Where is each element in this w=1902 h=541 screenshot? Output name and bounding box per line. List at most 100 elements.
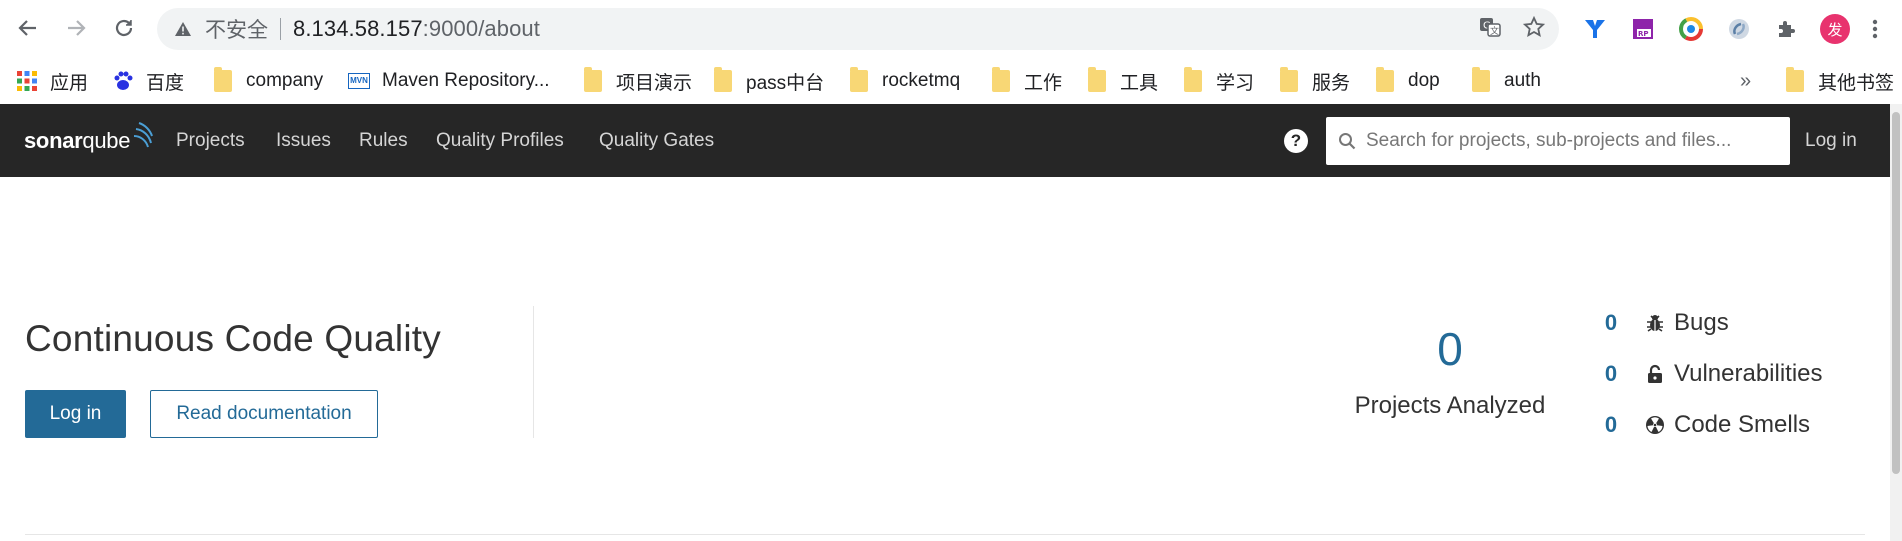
- rp-extension-icon[interactable]: RP: [1628, 14, 1658, 44]
- metric-bugs: 0 Bugs: [1600, 305, 1729, 341]
- sonarqube-logo[interactable]: sonar qube: [24, 104, 154, 177]
- metric-label: Code Smells: [1674, 411, 1811, 438]
- puzzle-extensions-icon[interactable]: [1772, 14, 1802, 44]
- kebab-menu-icon[interactable]: [1868, 14, 1882, 44]
- projects-analyzed-count[interactable]: 0: [1400, 322, 1500, 376]
- bookmark-label: pass中台: [746, 72, 825, 94]
- folder-icon: [848, 67, 870, 92]
- bookmark-other[interactable]: 其他书签: [1784, 58, 1894, 104]
- bookmark-maven[interactable]: MVN Maven Repository...: [348, 58, 550, 104]
- logo-text-bold: sonar: [24, 127, 83, 153]
- back-arrow-icon[interactable]: [10, 10, 46, 46]
- sync-extension-icon[interactable]: [1724, 14, 1754, 44]
- search-input[interactable]: [1366, 130, 1786, 152]
- nav-issues[interactable]: Issues: [276, 104, 331, 177]
- page-scrollbar[interactable]: [1890, 104, 1902, 541]
- nav-rules[interactable]: Rules: [359, 104, 408, 177]
- folder-icon: [1470, 67, 1492, 92]
- bookmark-tools[interactable]: 工具: [1086, 58, 1158, 104]
- folder-icon: [712, 67, 734, 92]
- folder-icon: [1278, 67, 1300, 92]
- address-bar[interactable]: 不安全 8.134.58.157:9000/about G文: [157, 8, 1559, 50]
- bug-icon: [1644, 312, 1666, 334]
- radiation-icon: [1644, 414, 1666, 436]
- bookmark-pass[interactable]: pass中台: [712, 58, 824, 104]
- help-icon[interactable]: ?: [1284, 129, 1308, 153]
- bookmark-label: company: [246, 70, 324, 91]
- section-divider: [25, 534, 1865, 535]
- filter-extension-icon[interactable]: [1580, 14, 1610, 44]
- svg-text:文: 文: [1490, 25, 1499, 37]
- translate-icon[interactable]: G文: [1479, 16, 1501, 43]
- bookmark-apps[interactable]: 应用: [16, 58, 88, 104]
- insecure-label[interactable]: 不安全: [205, 14, 268, 44]
- nav-projects[interactable]: Projects: [176, 104, 245, 177]
- folder-icon: [1086, 67, 1108, 92]
- baidu-paw-icon: [112, 70, 134, 92]
- bookmark-label: 学习: [1216, 72, 1255, 94]
- bookmark-label: Maven Repository...: [382, 70, 550, 91]
- folder-icon: [1374, 67, 1396, 92]
- apps-grid-icon: [16, 70, 38, 92]
- omnibox-separator: [280, 18, 281, 40]
- sonarqube-navbar: sonar qube Projects Issues Rules Quality …: [0, 104, 1890, 177]
- url-text[interactable]: 8.134.58.157:9000/about: [293, 16, 540, 42]
- page-title: Continuous Code Quality: [25, 318, 441, 359]
- svg-text:RP: RP: [1638, 30, 1649, 38]
- nav-quality-gates[interactable]: Quality Gates: [599, 104, 714, 177]
- nav-quality-profiles[interactable]: Quality Profiles: [436, 104, 564, 177]
- bookmark-rocketmq[interactable]: rocketmq: [848, 58, 960, 104]
- scrollbar-thumb[interactable]: [1892, 112, 1900, 474]
- metric-value[interactable]: 0: [1600, 361, 1622, 387]
- metric-code-smells: 0 Code Smells: [1600, 407, 1810, 443]
- login-button[interactable]: Log in: [25, 390, 126, 438]
- metric-value[interactable]: 0: [1600, 310, 1622, 336]
- bookmarks-bar: 应用 百度 company MVN Maven Repository... 项目…: [0, 58, 1902, 104]
- logo-text-light: qube: [82, 127, 131, 153]
- bookmark-study[interactable]: 学习: [1182, 58, 1254, 104]
- projects-analyzed-label: Projects Analyzed: [1354, 392, 1546, 419]
- bookmark-label: rocketmq: [882, 70, 961, 91]
- warning-triangle-icon[interactable]: [173, 19, 193, 39]
- metric-value[interactable]: 0: [1600, 412, 1622, 438]
- bookmark-label: dop: [1408, 70, 1440, 91]
- reload-icon[interactable]: [106, 10, 142, 46]
- metric-vulnerabilities: 0 Vulnerabilities: [1600, 356, 1823, 392]
- folder-icon: [1182, 67, 1204, 92]
- avatar-letter: 发: [1820, 14, 1850, 44]
- bookmark-company[interactable]: company: [212, 58, 323, 104]
- folder-icon: [1784, 67, 1806, 92]
- bookmarks-overflow-chevron[interactable]: »: [1740, 58, 1751, 104]
- vertical-divider: [533, 306, 534, 438]
- extensions-bar: RP 发: [1580, 12, 1882, 46]
- folder-icon: [582, 67, 604, 92]
- bookmark-project-demo[interactable]: 项目演示: [582, 58, 692, 104]
- bookmark-star-icon[interactable]: [1522, 15, 1546, 43]
- bookmark-services[interactable]: 服务: [1278, 58, 1350, 104]
- url-host: 8.134.58.157: [293, 16, 423, 41]
- url-path: :9000/about: [422, 16, 540, 41]
- folder-icon: [990, 67, 1012, 92]
- profile-avatar[interactable]: 发: [1820, 14, 1850, 44]
- forward-arrow-icon[interactable]: [58, 10, 94, 46]
- bookmark-work[interactable]: 工作: [990, 58, 1062, 104]
- bookmark-dop[interactable]: dop: [1374, 58, 1440, 104]
- metric-label: Vulnerabilities: [1674, 360, 1823, 387]
- bookmark-label: 应用: [50, 72, 89, 94]
- global-search-box[interactable]: [1326, 117, 1790, 165]
- bookmark-label: 工作: [1024, 72, 1063, 94]
- bookmark-label: 项目演示: [616, 72, 693, 94]
- lock-open-icon: [1644, 363, 1666, 385]
- bookmark-auth[interactable]: auth: [1470, 58, 1541, 104]
- chrome-color-extension-icon[interactable]: [1676, 14, 1706, 44]
- bookmark-label: 工具: [1120, 72, 1159, 94]
- browser-toolbar: 不安全 8.134.58.157:9000/about G文 RP 发: [0, 0, 1902, 58]
- nav-login-link[interactable]: Log in: [1805, 104, 1857, 177]
- read-documentation-button[interactable]: Read documentation: [150, 390, 378, 438]
- folder-icon: [212, 67, 234, 92]
- bookmark-baidu[interactable]: 百度: [112, 58, 184, 104]
- sonar-waves-icon: [134, 121, 154, 147]
- search-icon: [1336, 130, 1358, 152]
- metric-label: Bugs: [1674, 309, 1729, 336]
- bookmark-label: auth: [1504, 70, 1541, 91]
